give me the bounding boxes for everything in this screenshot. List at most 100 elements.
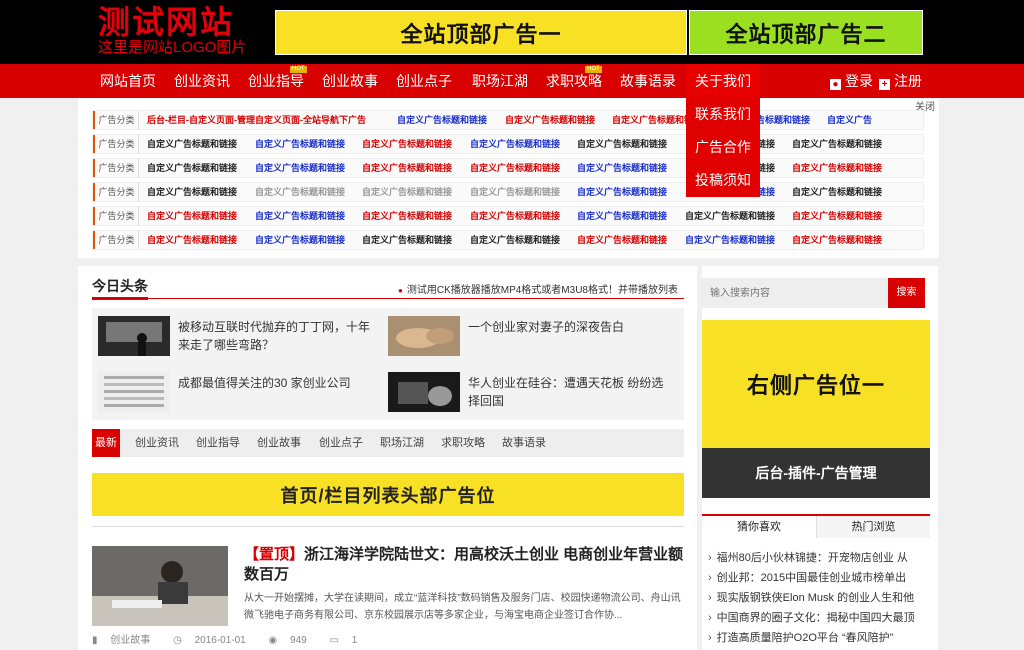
ad-link[interactable]: 自定义广告标题和链接 [792, 159, 882, 177]
ad-link[interactable]: 自定义广告标题和链接 [577, 207, 667, 225]
category-meta[interactable]: ▮ 创业故事 [92, 635, 160, 646]
hot-badge: HOT [290, 66, 307, 73]
nav-item-about[interactable]: 关于我们 [686, 64, 760, 98]
nav-item-ideas[interactable]: 创业点子 [392, 64, 456, 98]
nav-item-stories[interactable]: 创业故事 [318, 64, 382, 98]
ad-link[interactable]: 自定义广告标题和链接 [362, 183, 452, 201]
ad-link[interactable]: 自定义广告标题和链接 [147, 183, 237, 201]
sidebar-ad[interactable]: 右侧广告位一 后台-插件-广告管理 [702, 320, 930, 498]
ad-link[interactable]: 自定义广告标题和链接 [255, 231, 345, 249]
ad-link[interactable]: 自定义广告标题和链接 [792, 231, 882, 249]
ad-category-label: 广告分类 [93, 183, 139, 201]
ad-link[interactable]: 自定义广告标题和链接 [397, 111, 487, 129]
headline-text[interactable]: 一个创业家对妻子的深夜告白 [468, 318, 668, 336]
ad-link[interactable]: 自定义广告标题和链接 [685, 207, 775, 225]
ad-link[interactable]: 自定义广告标题和链接 [362, 207, 452, 225]
sidebar-tabs: 猜你喜欢 热门浏览 [702, 514, 930, 538]
ad-link[interactable]: 自定义广告标题和链接 [362, 135, 452, 153]
ad-link[interactable]: 自定义广告标题和链接 [147, 231, 237, 249]
ad-link[interactable]: 自定义广告标题和链接 [470, 207, 560, 225]
tab-category[interactable]: 创业资讯 [135, 429, 179, 457]
top-ad-2[interactable]: 全站顶部广告二 [689, 10, 923, 55]
headline-text[interactable]: 华人创业在硅谷：遭遇天花板 纷纷选择回国 [468, 374, 668, 410]
article-title-text: 浙江海洋学院陆世文：用高校沃土创业 电商创业年营业额数百万 [244, 546, 684, 583]
tab-category[interactable]: 创业指导 [196, 429, 240, 457]
nav-item-home[interactable]: 网站首页 [96, 64, 160, 98]
ad-link[interactable]: 自定义广告标题和链接 [255, 183, 345, 201]
article-category: 创业故事 [110, 635, 151, 646]
news-ticker[interactable]: ● 测试用CK播放器播放MP4格式或者M3U8格式！并带播放列表 [398, 281, 678, 296]
ad-link[interactable]: 自定义广告标题和链接 [255, 207, 345, 225]
ad-link[interactable]: 自定义广告标题和链接 [255, 135, 345, 153]
comments-meta[interactable]: ▭ 1 [330, 635, 368, 646]
ad-link[interactable]: 自定义广告标题和链接 [792, 135, 882, 153]
pinned-badge: 【置顶】 [244, 546, 305, 563]
sidebar-ad-subtitle: 后台-插件-广告管理 [702, 448, 930, 498]
news-thumbnail[interactable] [388, 316, 460, 356]
ad-link[interactable]: 自定义广告标题和链接 [505, 111, 595, 129]
ad-row: 广告分类 自定义广告标题和链接 自定义广告标题和链接 自定义广告标题和链接 自定… [92, 182, 924, 202]
ad-link[interactable]: 自定义广告标题和链接 [577, 159, 667, 177]
nav-item-workplace[interactable]: 职场江湖 [466, 64, 534, 98]
ad-link[interactable]: 自定义广告标题和链接 [470, 231, 560, 249]
sidebar-ad-title: 右侧广告位一 [746, 373, 885, 398]
ad-link[interactable]: 自定义广告标题和链接 [577, 183, 667, 201]
list-item[interactable]: 福州80后小伙林锦捷：开宠物店创业 从 [708, 548, 930, 568]
headline-item[interactable]: 被移动互联时代抛弃的丁丁网，十年来走了哪些弯路？ [92, 310, 380, 360]
divider [92, 526, 684, 527]
ad-link[interactable]: 自定义广告标题和链接 [362, 159, 452, 177]
tab-latest[interactable]: 最新 [92, 429, 120, 457]
news-thumbnail[interactable] [98, 372, 170, 412]
section-divider-accent [92, 297, 148, 300]
dropdown-item-ad-cooperation[interactable]: 广告合作 [686, 131, 760, 164]
list-header-ad[interactable]: 首页/栏目列表头部广告位 [92, 473, 684, 516]
ad-link[interactable]: 自定义广告标题和链接 [255, 159, 345, 177]
tab-guess-you-like[interactable]: 猜你喜欢 [702, 516, 816, 538]
dropdown-item-contact[interactable]: 联系我们 [686, 98, 760, 131]
ad-category-label: 广告分类 [93, 231, 139, 249]
list-item[interactable]: 打造高质量陪护O2O平台 “春风陪护” [708, 628, 930, 648]
headline-text[interactable]: 成都最值得关注的30 家创业公司 [178, 374, 378, 392]
site-logo[interactable]: 测试网站 [98, 4, 234, 40]
tab-category[interactable]: 创业点子 [319, 429, 363, 457]
news-thumbnail[interactable] [98, 316, 170, 356]
tab-category[interactable]: 故事语录 [502, 429, 546, 457]
ad-link[interactable]: 自定义广告标题和链接 [147, 135, 237, 153]
bullet-icon: ● [398, 286, 403, 295]
ad-link[interactable]: 自定义广告标题和链接 [792, 183, 882, 201]
headline-item[interactable]: 一个创业家对妻子的深夜告白 [382, 310, 670, 360]
ad-link[interactable]: 自定义广告标题和链接 [685, 231, 775, 249]
search-button[interactable]: 搜索 [888, 278, 925, 308]
top-ad-1[interactable]: 全站顶部广告一 [275, 10, 687, 55]
list-item[interactable]: 中国商界的圈子文化：揭秘中国四大最顶 [708, 608, 930, 628]
tab-category[interactable]: 创业故事 [257, 429, 301, 457]
tab-category[interactable]: 职场江湖 [380, 429, 424, 457]
ad-link[interactable]: 自定义广告标题和链接 [470, 135, 560, 153]
ad-link[interactable]: 自定义广告 [827, 111, 872, 129]
dropdown-item-submission[interactable]: 投稿须知 [686, 164, 760, 197]
search-input[interactable] [702, 278, 888, 308]
list-item[interactable]: 创业邦：2015中国最佳创业城市榜单出 [708, 568, 930, 588]
headline-item[interactable]: 华人创业在硅谷：遭遇天花板 纷纷选择回国 [382, 366, 670, 416]
article-thumbnail[interactable] [92, 546, 228, 626]
ad-link[interactable]: 自定义广告标题和链接 [577, 135, 667, 153]
ad-link[interactable]: 自定义广告标题和链接 [147, 207, 237, 225]
nav-item-quotes[interactable]: 故事语录 [614, 64, 682, 98]
ad-link[interactable]: 自定义广告标题和链接 [577, 231, 667, 249]
tab-hot-views[interactable]: 热门浏览 [816, 516, 930, 538]
headline-text[interactable]: 被移动互联时代抛弃的丁丁网，十年来走了哪些弯路？ [178, 318, 378, 354]
headline-item[interactable]: 成都最值得关注的30 家创业公司 [92, 366, 380, 416]
ad-link[interactable]: 自定义广告标题和链接 [470, 183, 560, 201]
news-thumbnail[interactable] [388, 372, 460, 412]
nav-item-news[interactable]: 创业资讯 [170, 64, 234, 98]
ad-link[interactable]: 自定义广告标题和链接 [792, 207, 882, 225]
ad-link[interactable]: 自定义广告标题和链接 [362, 231, 452, 249]
ad-link[interactable]: 后台-栏目-自定义页面-管理自定义页面-全站导航下广告 [147, 111, 366, 129]
list-item[interactable]: 现实版钢铁侠Elon Musk 的创业人生和他 [708, 588, 930, 608]
tab-category[interactable]: 求职攻略 [441, 429, 485, 457]
ad-link[interactable]: 自定义广告标题和链接 [147, 159, 237, 177]
article-title[interactable]: 【置顶】浙江海洋学院陆世文：用高校沃土创业 电商创业年营业额数百万 [244, 545, 684, 585]
register-link[interactable]: + 注册 [879, 64, 922, 98]
login-link[interactable]: ● 登录 [830, 64, 873, 98]
ad-link[interactable]: 自定义广告标题和链接 [470, 159, 560, 177]
